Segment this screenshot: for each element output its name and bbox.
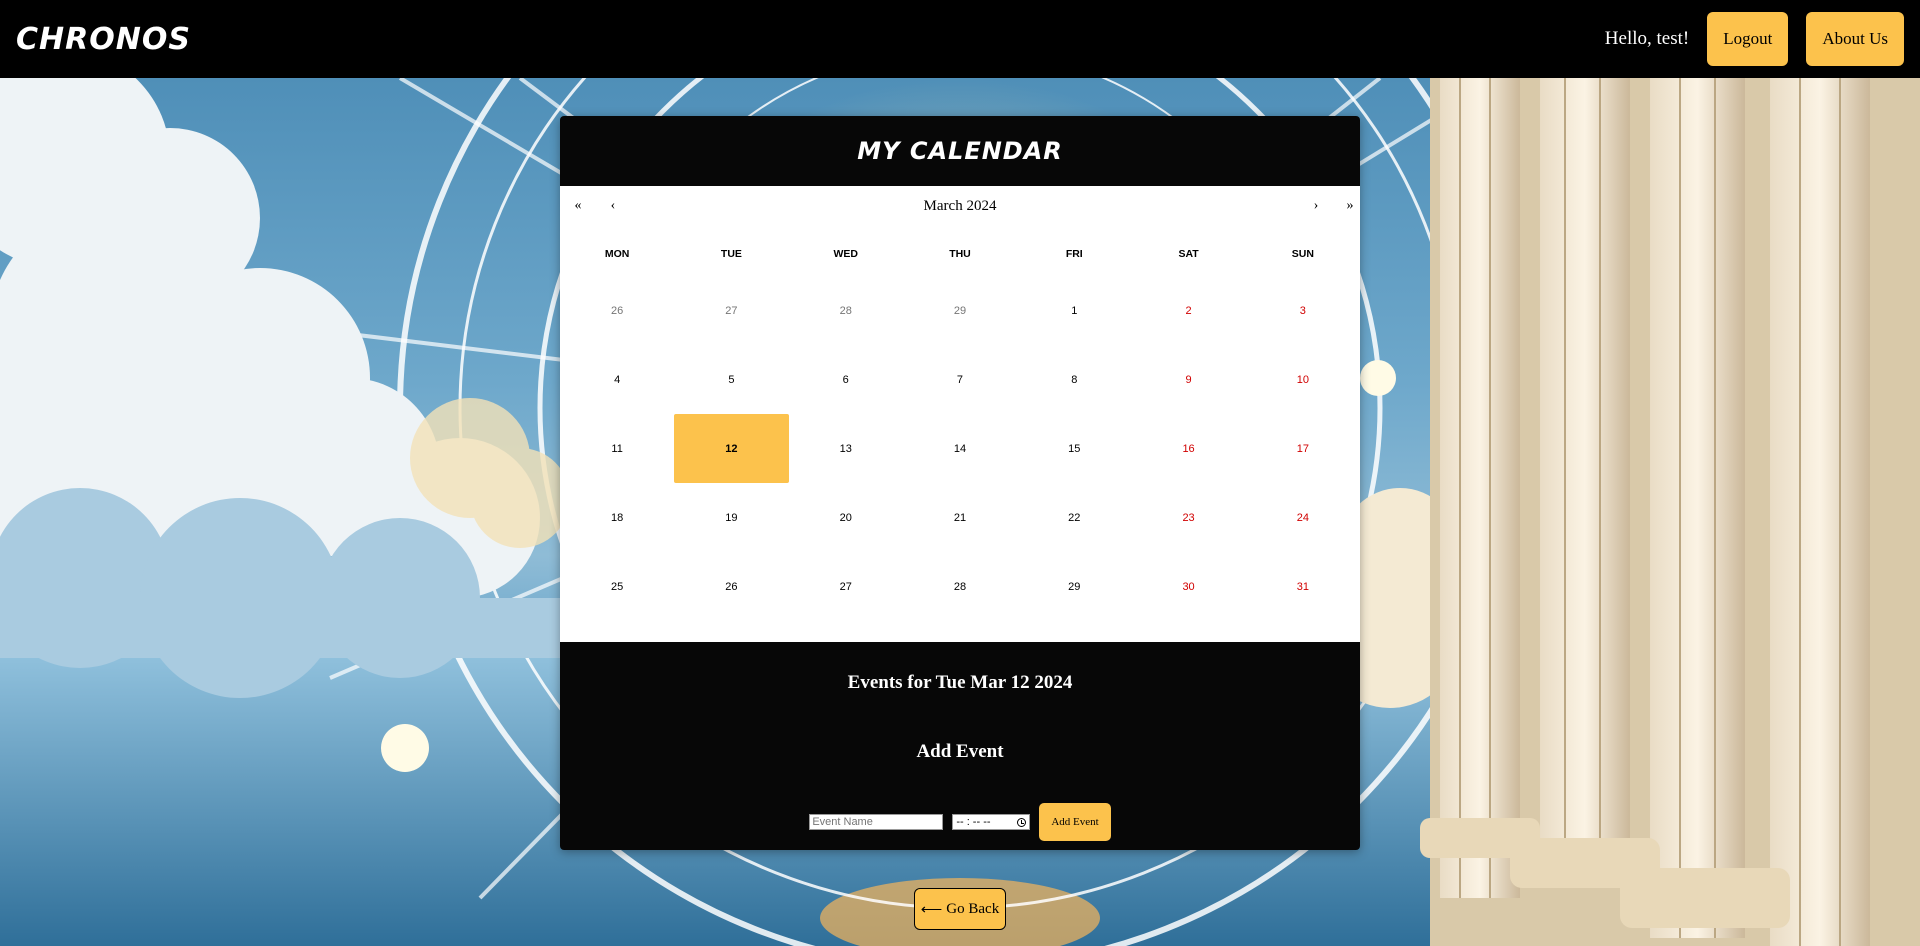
event-time-input[interactable]: -- : -- -- [952, 814, 1031, 830]
add-event-heading: Add Event [916, 741, 1004, 762]
day-cell-selected[interactable]: 12 [674, 414, 789, 483]
top-nav-bar: CHRONOS Hello, test! Logout About Us [0, 0, 1920, 78]
weekday-label: MON [604, 248, 630, 260]
day-cell[interactable]: 13 [789, 414, 903, 483]
next-month-button[interactable]: › [1306, 198, 1326, 214]
weekday-label: WED [833, 248, 858, 260]
day-cell[interactable]: 26 [674, 552, 788, 621]
day-cell[interactable]: 23 [1131, 483, 1245, 552]
calendar-widget: « ‹ March 2024 › » MON TUE WED THU FRI SAT SUN… [560, 186, 1360, 642]
events-panel: Events for Tue Mar 12 2024 Add Event -- … [560, 642, 1360, 850]
app-logo[interactable]: CHRONOS [16, 22, 191, 57]
day-cell[interactable]: 27 [789, 552, 903, 621]
day-cell[interactable]: 15 [1017, 414, 1131, 483]
day-cell[interactable]: 31 [1246, 552, 1360, 621]
calendar-navigation: « ‹ March 2024 › » [560, 186, 1360, 232]
day-cell[interactable]: 5 [674, 345, 788, 414]
day-cell[interactable]: 8 [1017, 345, 1131, 414]
day-cell[interactable]: 9 [1131, 345, 1245, 414]
day-cell[interactable]: 24 [1246, 483, 1360, 552]
day-cell[interactable]: 28 [789, 276, 903, 345]
go-back-button[interactable]: ⟵ Go Back [914, 888, 1006, 930]
calendar-card: MY CALENDAR « ‹ March 2024 › » MON TUE WED… [560, 116, 1360, 850]
user-greeting: Hello, test! [1604, 28, 1690, 49]
day-cell[interactable]: 3 [1246, 276, 1360, 345]
arrow-left-icon: ⟵ [920, 901, 943, 918]
day-cell[interactable]: 4 [560, 345, 674, 414]
day-cell[interactable]: 6 [789, 345, 903, 414]
month-label[interactable]: March 2024 [560, 198, 1360, 215]
clock-icon[interactable] [1017, 817, 1027, 827]
day-cell[interactable]: 7 [903, 345, 1017, 414]
day-cell[interactable]: 28 [903, 552, 1017, 621]
weekday-label: FRI [1065, 248, 1083, 260]
event-time-value: -- : -- -- [956, 816, 991, 828]
day-cell[interactable]: 16 [1131, 414, 1245, 483]
day-cell[interactable]: 2 [1131, 276, 1245, 345]
day-cell[interactable]: 20 [789, 483, 903, 552]
day-cell[interactable]: 25 [560, 552, 674, 621]
day-cell[interactable]: 1 [1017, 276, 1131, 345]
go-back-label: Go Back [946, 900, 1000, 917]
day-cell[interactable]: 27 [674, 276, 788, 345]
calendar-title: MY CALENDAR [560, 116, 1360, 186]
header-actions: Hello, test! Logout About Us [1605, 12, 1904, 66]
day-cell[interactable]: 17 [1246, 414, 1360, 483]
day-cell[interactable]: 18 [560, 483, 674, 552]
day-cell[interactable]: 26 [560, 276, 674, 345]
weekday-label: THU [949, 248, 971, 260]
day-cell[interactable]: 22 [1017, 483, 1131, 552]
day-cell[interactable]: 30 [1131, 552, 1245, 621]
day-grid: 26 27 28 29 1 2 3 4 5 6 7 8 9 10 11 12 13 14 15 16 17 18 19 20 2… [560, 276, 1360, 621]
day-cell[interactable]: 19 [674, 483, 788, 552]
add-event-form: -- : -- -- Add Event [560, 803, 1360, 841]
next-year-button[interactable]: » [1340, 198, 1360, 214]
logout-button[interactable]: Logout [1707, 12, 1789, 66]
weekday-header: MON TUE WED THU FRI SAT SUN [560, 232, 1360, 276]
day-cell[interactable]: 14 [903, 414, 1017, 483]
event-name-input[interactable] [809, 814, 944, 830]
day-cell[interactable]: 21 [903, 483, 1017, 552]
day-cell[interactable]: 10 [1246, 345, 1360, 414]
events-heading: Events for Tue Mar 12 2024 [847, 672, 1073, 693]
weekday-label: SUN [1291, 248, 1314, 260]
day-cell[interactable]: 11 [560, 414, 674, 483]
add-event-button[interactable]: Add Event [1039, 803, 1111, 841]
day-cell[interactable]: 29 [1017, 552, 1131, 621]
weekday-label: TUE [720, 248, 742, 260]
day-cell[interactable]: 29 [903, 276, 1017, 345]
weekday-label: SAT [1178, 248, 1199, 260]
about-us-button[interactable]: About Us [1806, 12, 1904, 66]
